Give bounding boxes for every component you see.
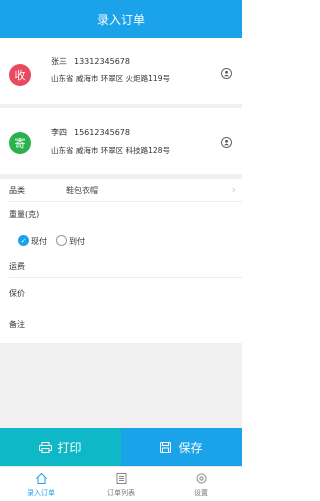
payment-prepaid-label[interactable]: 现付 — [31, 236, 47, 247]
print-label: 打印 — [57, 440, 82, 455]
divider — [0, 174, 242, 179]
insurance-row[interactable]: 保价 — [0, 283, 242, 305]
freight-row[interactable]: 运费 — [0, 256, 242, 278]
payment-collect-label[interactable]: 到付 — [69, 236, 85, 247]
tab-label: 订单列表 — [107, 489, 135, 497]
recipient-name: 张三 — [51, 57, 67, 66]
payment-options: ✓ 现付 到付 — [0, 231, 242, 251]
remark-row[interactable]: 备注 — [0, 314, 242, 336]
category-label: 品类 — [9, 186, 25, 195]
category-value: 鞋包衣帽 — [66, 186, 98, 195]
chevron-right-icon: › — [231, 183, 236, 196]
print-button[interactable]: 打印 — [0, 428, 121, 466]
sender-info: 李四 15612345678 — [51, 127, 130, 138]
recipient-avatar: 收 — [9, 64, 31, 86]
tab-order-list[interactable]: 订单列表 — [81, 467, 161, 501]
insurance-label: 保价 — [9, 289, 25, 298]
tab-enter-order[interactable]: 录入订单 — [1, 467, 81, 501]
contact-book-icon[interactable] — [221, 68, 232, 79]
save-label: 保存 — [178, 440, 203, 455]
tab-label: 录入订单 — [27, 489, 55, 497]
sender-phone: 15612345678 — [74, 128, 130, 137]
weight-row[interactable]: 重量(克) — [0, 204, 242, 226]
sender-address: 山东省 威海市 环翠区 科技路128号 — [51, 146, 170, 155]
freight-label: 运费 — [9, 262, 25, 271]
page-title: 录入订单 — [96, 12, 145, 27]
recipient-card[interactable]: 收 张三 13312345678 山东省 威海市 环翠区 火炬路119号 — [0, 38, 242, 104]
payment-prepaid-radio[interactable]: ✓ — [18, 235, 29, 246]
printer-icon — [39, 441, 53, 453]
tab-bar: 录入订单 订单列表 设置 — [0, 466, 242, 501]
settings-icon — [196, 473, 207, 484]
check-icon: ✓ — [20, 236, 27, 245]
recipient-info: 张三 13312345678 — [51, 56, 130, 67]
sender-name: 李四 — [51, 128, 67, 137]
blank-area — [0, 343, 242, 428]
tab-settings[interactable]: 设置 — [161, 467, 241, 501]
list-icon — [116, 473, 127, 484]
home-icon — [36, 472, 47, 484]
remark-label: 备注 — [9, 320, 25, 329]
divider — [9, 277, 242, 278]
sender-avatar: 寄 — [9, 132, 31, 154]
weight-label: 重量(克) — [9, 210, 40, 219]
recipient-phone: 13312345678 — [74, 57, 130, 66]
category-row[interactable]: 品类 鞋包衣帽 › — [0, 180, 242, 202]
sender-card[interactable]: 寄 李四 15612345678 山东省 威海市 环翠区 科技路128号 — [0, 108, 242, 174]
payment-collect-radio[interactable] — [56, 235, 67, 246]
header-bar: 录入订单 — [0, 0, 242, 38]
tab-label: 设置 — [194, 489, 208, 497]
recipient-address: 山东省 威海市 环翠区 火炬路119号 — [51, 74, 170, 83]
contact-book-icon[interactable] — [221, 137, 232, 148]
save-icon — [160, 441, 173, 453]
save-button[interactable]: 保存 — [121, 428, 242, 466]
divider — [9, 201, 242, 202]
